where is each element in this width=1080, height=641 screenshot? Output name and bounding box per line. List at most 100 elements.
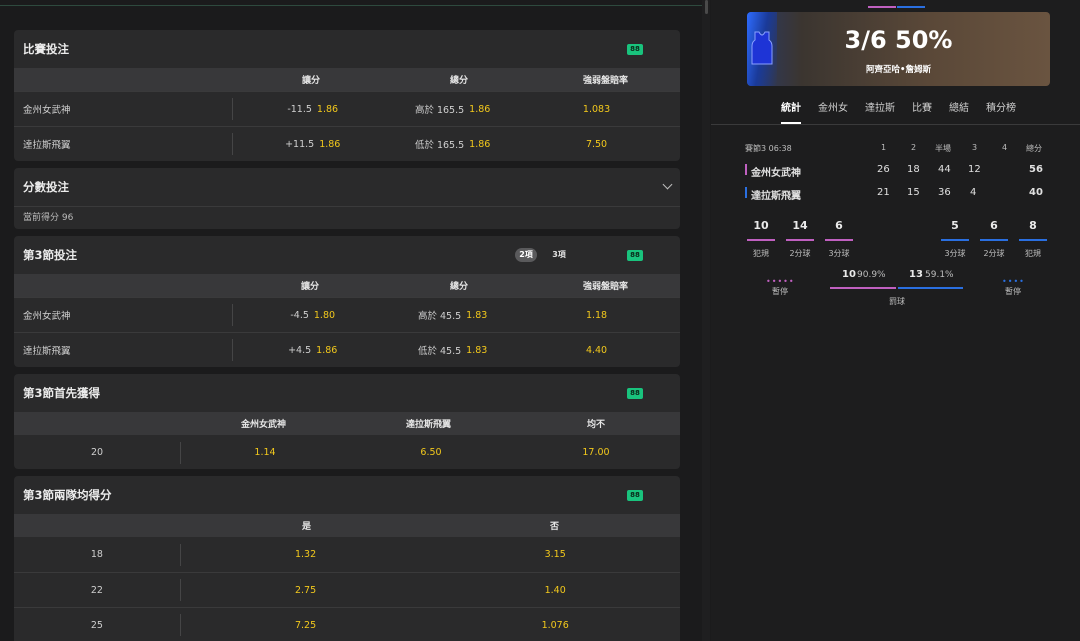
q3-both-title: 第3節兩隊均得分 <box>23 488 112 502</box>
odds-button[interactable]: 6.50 <box>349 447 513 458</box>
away-ft-bar <box>898 287 963 289</box>
moneyline-button[interactable]: 1.18 <box>513 310 680 321</box>
yes-odds-button[interactable]: 2.75 <box>181 585 431 596</box>
total-odds-button[interactable]: 低於 165.5 1.86 <box>392 137 513 152</box>
tab-home-team[interactable]: 金州女 <box>818 99 848 114</box>
q3-first-card: 第3節首先獲得 88 金州女武神 達拉斯飛翼 均不 20 1.14 6.50 1… <box>14 374 680 469</box>
away-q1: 21 <box>877 187 890 198</box>
total-line: 低於 165.5 <box>414 140 465 151</box>
home-fouls-label: 犯規 <box>753 249 769 258</box>
home-3pt-value: 6 <box>835 219 843 232</box>
home-fouls-bar <box>747 239 775 241</box>
col-team-a: 金州女武神 <box>241 420 287 430</box>
team-name: 達拉斯飛翼 <box>23 140 71 151</box>
scrollbar-track[interactable] <box>702 0 710 641</box>
score-bet-header[interactable]: 分數投注 <box>14 168 680 206</box>
spread-line: +11.5 <box>285 138 315 150</box>
q3-first-title: 第3節首先獲得 <box>23 386 101 400</box>
no-odds-button[interactable]: 3.15 <box>430 549 680 560</box>
away-q2: 15 <box>907 187 920 198</box>
col-yes: 是 <box>302 522 312 532</box>
away-half: 36 <box>938 187 951 198</box>
no-odds-button[interactable]: 1.076 <box>430 620 680 631</box>
live-badge: 88 <box>627 490 643 501</box>
column-headers: 是 否 <box>14 514 680 537</box>
score-bet-title: 分數投注 <box>23 180 69 194</box>
total-odds-button[interactable]: 高於 165.5 1.86 <box>392 102 513 117</box>
away-total: 40 <box>1029 187 1043 198</box>
away-fouls-value: 8 <box>1029 219 1037 232</box>
moneyline-button[interactable]: 1.083 <box>513 104 680 115</box>
col-spread: 讓分 <box>301 76 320 86</box>
header-q2: 2 <box>911 143 917 152</box>
odd-value: 1.83 <box>466 344 488 356</box>
match-odds-card: 比賽投注 88 讓分 總分 強弱盤賠率 金州女武神 -11.5 1.86 高於 1… <box>14 30 680 161</box>
yes-odds-button[interactable]: 1.32 <box>181 549 431 560</box>
spread-odds-button[interactable]: -4.5 1.80 <box>233 310 392 321</box>
home-total: 56 <box>1029 164 1043 175</box>
home-ft-value: 10 <box>842 269 856 280</box>
away-fouls-bar <box>1019 239 1047 241</box>
q3-both-card: 第3節兩隊均得分 88 是 否 18 1.32 3.15 22 2.75 1.4… <box>14 476 680 641</box>
away-2pt-label: 2分球 <box>983 249 1005 258</box>
home-q3: 12 <box>968 164 981 175</box>
table-row: 25 7.25 1.076 <box>14 607 680 641</box>
tab-stats[interactable]: 統計 <box>781 99 801 124</box>
row-label: 25 <box>90 619 103 631</box>
spread-line: -11.5 <box>287 103 312 115</box>
away-timeout-dots: •••• <box>1002 277 1025 286</box>
header-half: 半場 <box>935 144 951 153</box>
scrollbar-thumb[interactable] <box>705 0 708 14</box>
tab-summary[interactable]: 總結 <box>949 99 969 114</box>
home-q1: 26 <box>877 164 890 175</box>
table-row: 22 2.75 1.40 <box>14 572 680 607</box>
odd-value: 1.86 <box>316 344 338 356</box>
odd-value: 1.86 <box>469 103 491 115</box>
table-row: 達拉斯飛翼 +11.5 1.86 低於 165.5 1.86 7.50 <box>14 126 680 161</box>
ft-label: 罰球 <box>889 297 905 306</box>
yes-odds-button[interactable]: 7.25 <box>181 620 431 631</box>
q3-first-header: 第3節首先獲得 88 <box>14 374 680 412</box>
total-odds-button[interactable]: 低於 45.5 1.83 <box>392 343 513 358</box>
home-3pt-label: 3分球 <box>828 249 850 258</box>
away-3pt-value: 5 <box>951 219 959 232</box>
chevron-down-icon[interactable] <box>662 179 673 190</box>
total-odds-button[interactable]: 高於 45.5 1.83 <box>392 308 513 323</box>
col-total: 總分 <box>450 76 469 86</box>
odds-button[interactable]: 1.14 <box>181 447 349 458</box>
home-q2: 18 <box>907 164 920 175</box>
q3-bet-card: 第3節投注 2項 3項 88 讓分 總分 強弱盤賠率 金州女武神 -4.5 1.8… <box>14 236 680 367</box>
spread-odds-button[interactable]: +11.5 1.86 <box>233 139 392 150</box>
tab-standings[interactable]: 積分榜 <box>986 99 1016 114</box>
odd-value: 1.86 <box>469 138 491 150</box>
player-stat-banner: 3/6 50% 阿齊亞哈•詹姆斯 <box>747 12 1050 86</box>
tab-match[interactable]: 比賽 <box>912 99 932 114</box>
moneyline-button[interactable]: 4.40 <box>513 345 680 356</box>
no-odds-button[interactable]: 1.40 <box>430 585 680 596</box>
current-score: 當前得分 96 <box>14 206 680 229</box>
tab-3-items[interactable]: 3項 <box>548 248 570 262</box>
total-line: 高於 45.5 <box>417 311 462 322</box>
spread-odds-button[interactable]: +4.5 1.86 <box>233 345 392 356</box>
possession-indicator-away <box>897 6 925 8</box>
tab-away-team[interactable]: 達拉斯 <box>865 99 895 114</box>
live-stats-panel: 3/6 50% 阿齊亞哈•詹姆斯 統計 金州女 達拉斯 比賽 總結 積分榜 賽節… <box>711 0 1080 641</box>
home-2pt-value: 14 <box>792 219 808 232</box>
away-2pt-bar <box>980 239 1008 241</box>
q3-bet-header: 第3節投注 2項 3項 88 <box>14 236 680 274</box>
live-badge: 88 <box>627 44 643 55</box>
player-name: 阿齊亞哈•詹姆斯 <box>866 65 931 75</box>
row-label: 20 <box>90 447 104 458</box>
header-q4: 4 <box>1002 143 1008 152</box>
spread-odds-button[interactable]: -11.5 1.86 <box>233 104 392 115</box>
col-no: 否 <box>550 522 560 532</box>
tab-2-items[interactable]: 2項 <box>515 248 537 262</box>
spread-line: +4.5 <box>288 344 312 356</box>
betting-panel: 比賽投注 88 讓分 總分 強弱盤賠率 金州女武神 -11.5 1.86 高於 1… <box>0 0 702 641</box>
match-odds-header[interactable]: 比賽投注 88 <box>14 30 680 68</box>
period-clock: 賽節3 06:38 <box>745 144 792 153</box>
possession-indicator-home <box>868 6 896 8</box>
moneyline-button[interactable]: 7.50 <box>513 139 680 150</box>
odds-button[interactable]: 17.00 <box>513 447 679 458</box>
home-half: 44 <box>938 164 951 175</box>
